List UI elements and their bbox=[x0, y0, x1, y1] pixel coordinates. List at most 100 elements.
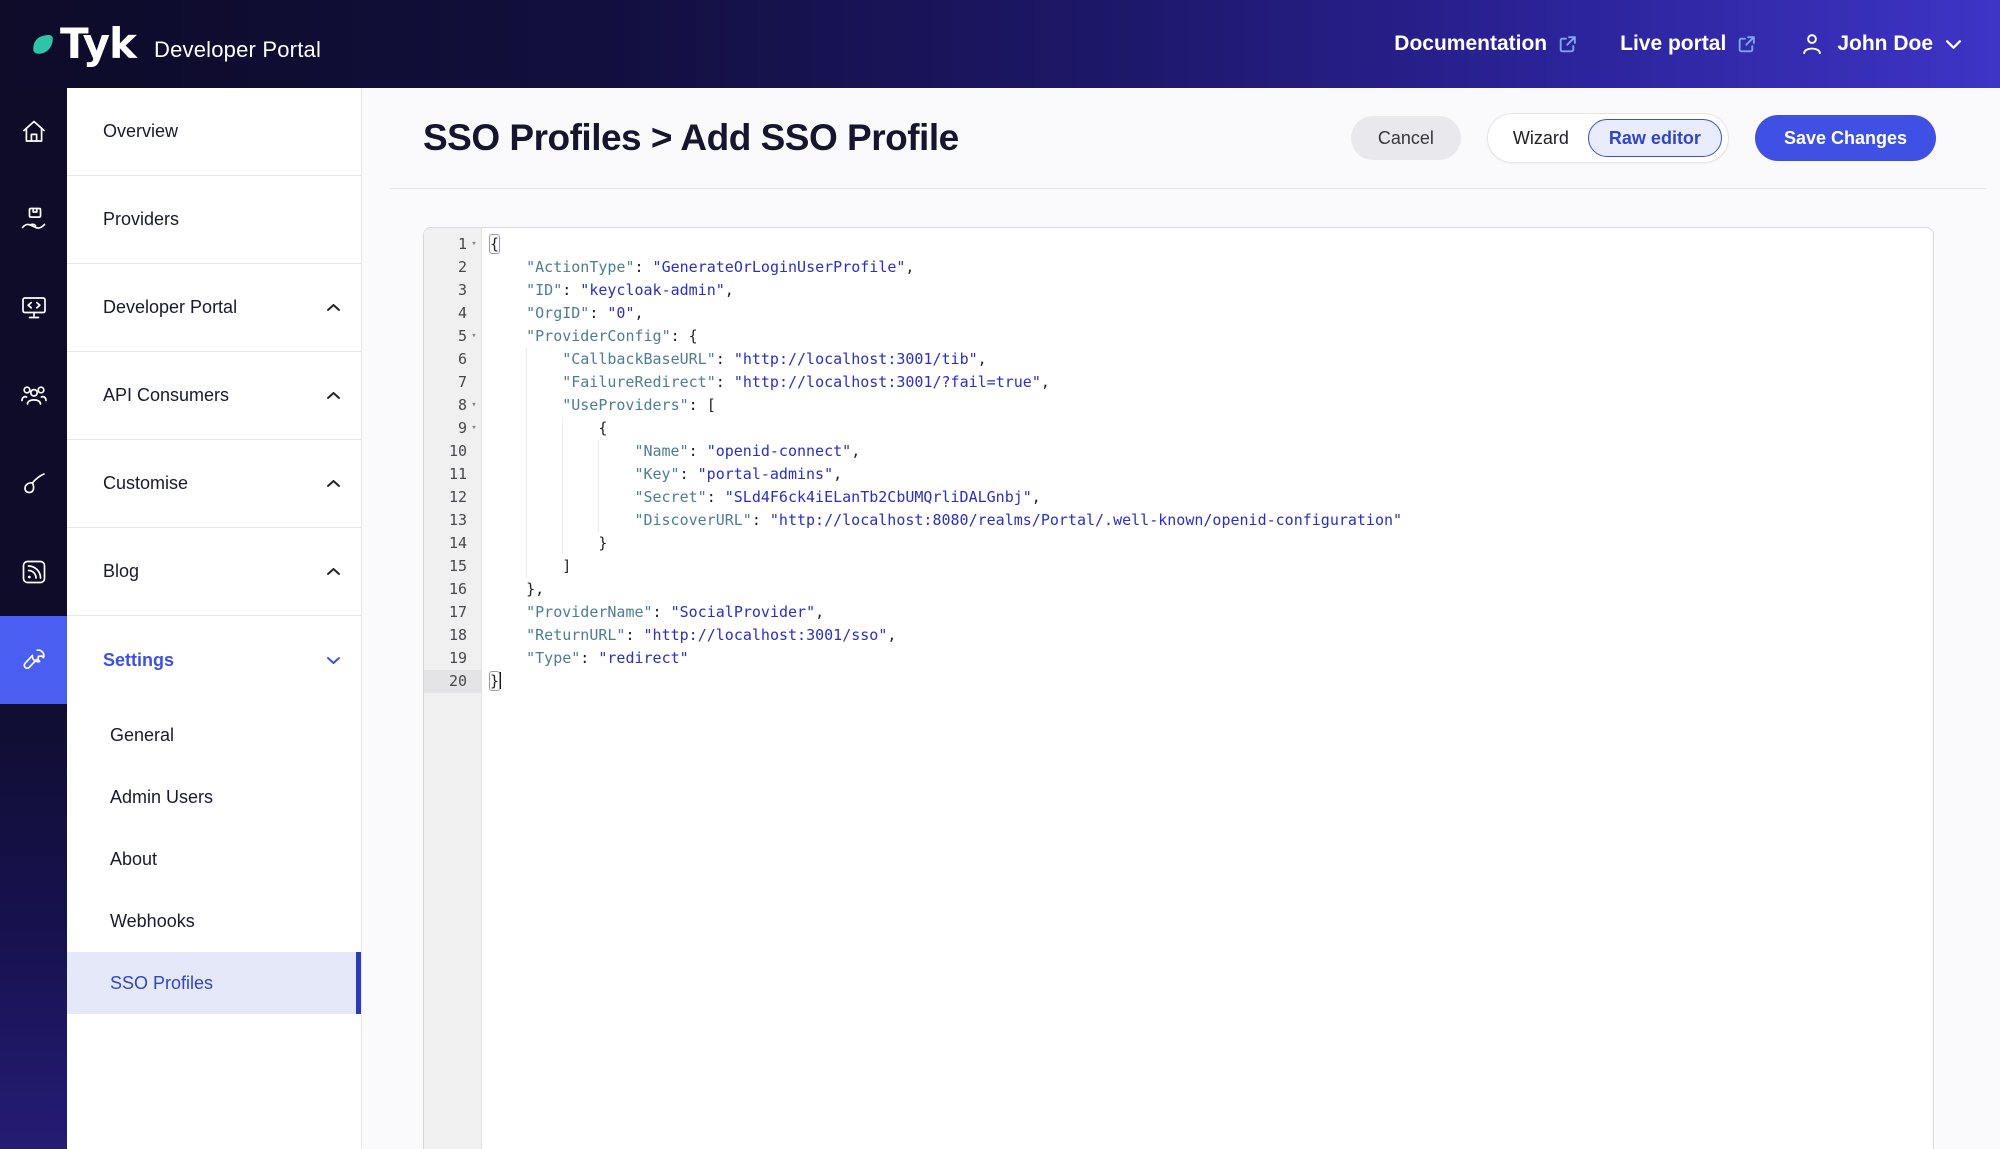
logo-text: Tyk bbox=[60, 23, 136, 65]
code-line[interactable]: "Secret": "SLd4F6ck4iELanTb2CbUMQrliDALG… bbox=[490, 486, 1933, 509]
code-line[interactable]: "FailureRedirect": "http://localhost:300… bbox=[490, 371, 1933, 394]
user-menu[interactable]: John Doe bbox=[1799, 31, 1962, 57]
cancel-button[interactable]: Cancel bbox=[1351, 116, 1461, 160]
save-changes-button[interactable]: Save Changes bbox=[1755, 115, 1936, 161]
toggle-option-raw-editor[interactable]: Raw editor bbox=[1588, 119, 1722, 157]
gutter-line: 8▾ bbox=[424, 394, 481, 417]
json-code-editor[interactable]: 1▾2345▾678▾9▾1011121314151617181920 {"Ac… bbox=[423, 227, 1934, 1149]
fold-toggle-icon[interactable]: ▾ bbox=[467, 325, 481, 348]
editor-gutter: 1▾2345▾678▾9▾1011121314151617181920 bbox=[424, 228, 482, 1149]
code-line[interactable]: ] bbox=[490, 555, 1933, 578]
sidebar-subitem-general[interactable]: General bbox=[67, 704, 361, 766]
sidebar-item-label: Customise bbox=[103, 473, 188, 494]
line-number: 12 bbox=[449, 486, 467, 509]
sidebar-item-developer-portal[interactable]: Developer Portal bbox=[67, 264, 361, 352]
home-icon bbox=[18, 116, 50, 148]
sidebar-item-label: Blog bbox=[103, 561, 139, 582]
code-line[interactable]: "Key": "portal-admins", bbox=[490, 463, 1933, 486]
sidebar-subitem-webhooks[interactable]: Webhooks bbox=[67, 890, 361, 952]
code-line[interactable]: }, bbox=[490, 578, 1933, 601]
rail-item-developer-portal[interactable] bbox=[0, 264, 67, 352]
documentation-link[interactable]: Documentation bbox=[1394, 32, 1578, 56]
icon-rail bbox=[0, 88, 67, 1149]
settings-icon bbox=[17, 643, 51, 677]
gutter-line: 10 bbox=[424, 440, 481, 463]
line-number: 13 bbox=[449, 509, 467, 532]
code-line[interactable]: { bbox=[490, 233, 1933, 256]
documentation-label: Documentation bbox=[1394, 32, 1547, 56]
line-number: 14 bbox=[449, 532, 467, 555]
code-line[interactable]: "ProviderConfig": { bbox=[490, 325, 1933, 348]
providers-icon bbox=[17, 203, 51, 237]
live-portal-link[interactable]: Live portal bbox=[1620, 32, 1757, 56]
gutter-line: 2 bbox=[424, 256, 481, 279]
code-line[interactable]: { bbox=[490, 417, 1933, 440]
gutter-line: 4 bbox=[424, 302, 481, 325]
sidebar-item-label: Developer Portal bbox=[103, 297, 237, 318]
gutter-line: 20 bbox=[424, 670, 481, 693]
line-number: 1 bbox=[458, 233, 467, 256]
text-cursor bbox=[499, 672, 501, 689]
sidebar-subitem-admin-users[interactable]: Admin Users bbox=[67, 766, 361, 828]
code-line[interactable]: "CallbackBaseURL": "http://localhost:300… bbox=[490, 348, 1933, 371]
fold-toggle-icon[interactable]: ▾ bbox=[467, 417, 481, 440]
sidebar-subitem-label: SSO Profiles bbox=[110, 973, 213, 994]
gutter-line: 3 bbox=[424, 279, 481, 302]
code-line[interactable]: "ActionType": "GenerateOrLoginUserProfil… bbox=[490, 256, 1933, 279]
api-consumers-icon bbox=[17, 379, 51, 413]
logo-subtitle: Developer Portal bbox=[154, 37, 321, 63]
line-number: 3 bbox=[458, 279, 467, 302]
fold-toggle-icon[interactable]: ▾ bbox=[467, 233, 481, 256]
gutter-line: 1▾ bbox=[424, 233, 481, 256]
gutter-line: 5▾ bbox=[424, 325, 481, 348]
sidebar-item-api-consumers[interactable]: API Consumers bbox=[67, 352, 361, 440]
code-line[interactable]: "UseProviders": [ bbox=[490, 394, 1933, 417]
code-line[interactable]: "ProviderName": "SocialProvider", bbox=[490, 601, 1933, 624]
line-number: 9 bbox=[458, 417, 467, 440]
gutter-line: 18 bbox=[424, 624, 481, 647]
code-line[interactable]: "ID": "keycloak-admin", bbox=[490, 279, 1933, 302]
line-number: 17 bbox=[449, 601, 467, 624]
gutter-line: 12 bbox=[424, 486, 481, 509]
line-number: 20 bbox=[449, 670, 467, 693]
code-lines[interactable]: {"ActionType": "GenerateOrLoginUserProfi… bbox=[482, 228, 1933, 1149]
rail-item-api-consumers[interactable] bbox=[0, 352, 67, 440]
sidebar-item-label: Settings bbox=[103, 650, 174, 671]
editor-mode-toggle: WizardRaw editor bbox=[1487, 113, 1729, 163]
sidebar-nav: Overview Providers Developer Portal API Con… bbox=[67, 88, 362, 1149]
rail-item-providers[interactable] bbox=[0, 176, 67, 264]
code-line[interactable]: "DiscoverURL": "http://localhost:8080/re… bbox=[490, 509, 1933, 532]
line-number: 18 bbox=[449, 624, 467, 647]
code-line[interactable]: "OrgID": "0", bbox=[490, 302, 1933, 325]
chevron-down-icon bbox=[1945, 39, 1962, 50]
code-line[interactable]: "Type": "redirect" bbox=[490, 647, 1933, 670]
rail-item-home[interactable] bbox=[0, 88, 67, 176]
top-header: Tyk Developer Portal Documentation Live … bbox=[0, 0, 2000, 88]
sidebar-item-label: Providers bbox=[103, 209, 179, 230]
sidebar-subitem-sso-profiles[interactable]: SSO Profiles bbox=[67, 952, 361, 1014]
sidebar-item-blog[interactable]: Blog bbox=[67, 528, 361, 616]
rail-item-customise[interactable] bbox=[0, 440, 67, 528]
user-name: John Doe bbox=[1837, 32, 1933, 56]
user-icon bbox=[1799, 31, 1825, 57]
sidebar-subitem-about[interactable]: About bbox=[67, 828, 361, 890]
code-line[interactable]: } bbox=[490, 532, 1933, 555]
sidebar-item-label: API Consumers bbox=[103, 385, 229, 406]
sidebar-item-settings[interactable]: Settings bbox=[67, 616, 361, 704]
rail-item-blog[interactable] bbox=[0, 528, 67, 616]
fold-toggle-icon[interactable]: ▾ bbox=[467, 394, 481, 417]
sidebar-item-providers[interactable]: Providers bbox=[67, 176, 361, 264]
gutter-line: 19 bbox=[424, 647, 481, 670]
code-line[interactable]: "Name": "openid-connect", bbox=[490, 440, 1933, 463]
toggle-option-wizard[interactable]: Wizard bbox=[1494, 119, 1588, 157]
line-number: 6 bbox=[458, 348, 467, 371]
developer-portal-icon bbox=[17, 291, 51, 325]
rail-item-settings[interactable] bbox=[0, 616, 67, 704]
sidebar-item-overview[interactable]: Overview bbox=[67, 88, 361, 176]
line-number: 16 bbox=[449, 578, 467, 601]
code-line[interactable]: "ReturnURL": "http://localhost:3001/sso"… bbox=[490, 624, 1933, 647]
sidebar-item-customise[interactable]: Customise bbox=[67, 440, 361, 528]
tyk-logo: Tyk Developer Portal bbox=[30, 23, 321, 65]
sidebar-subitem-label: General bbox=[110, 725, 174, 746]
code-line[interactable]: } bbox=[490, 670, 1933, 693]
